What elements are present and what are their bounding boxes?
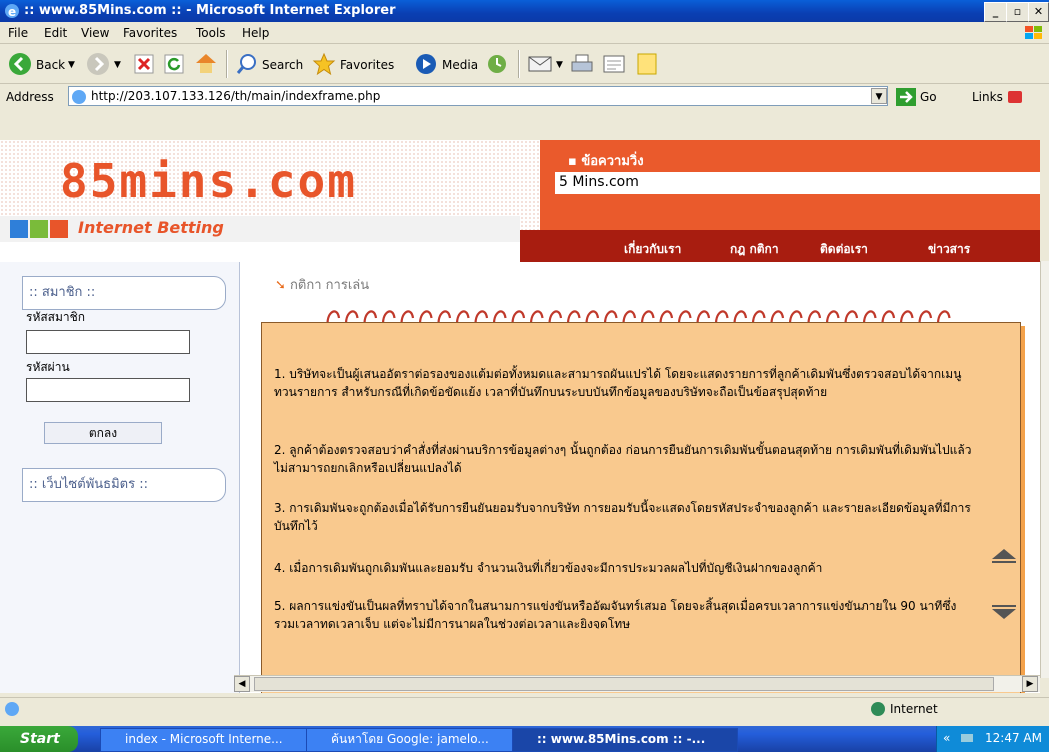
scroll-up-icon[interactable]: [990, 545, 1018, 565]
refresh-icon[interactable]: [164, 54, 184, 74]
page-heading: ➘ กติกา การเล่น: [275, 274, 369, 295]
go-button[interactable]: Go: [920, 90, 937, 104]
internet-zone-icon: [871, 702, 885, 716]
password-label: รหัสผ่าน: [26, 360, 70, 374]
minimize-button[interactable]: _: [984, 2, 1007, 22]
vertical-scrollbar[interactable]: [1040, 261, 1049, 678]
messenger-icon[interactable]: [636, 52, 658, 76]
nav-items: เกี่ยวกับเรา กฎ กติกา ติดต่อเรา ข่าวสาร: [580, 230, 1040, 262]
address-url: http://203.107.133.126/th/main/indexfram…: [91, 89, 381, 103]
task-google[interactable]: ค้นหาโดย Google: jamelo...: [306, 728, 532, 752]
menu-favorites[interactable]: Favorites: [123, 26, 177, 40]
scroll-down-icon[interactable]: [990, 603, 1018, 623]
nav-rules[interactable]: กฎ กติกา: [730, 240, 779, 259]
tray-expand-icon[interactable]: «: [943, 731, 950, 745]
favorites-button[interactable]: Favorites: [340, 58, 394, 72]
rule-item-5: 5. ผลการแข่งขันเป็นผลที่ทราบได้จากในสนาม…: [274, 599, 957, 629]
start-label: Start: [20, 731, 60, 747]
login-button[interactable]: ตกลง: [44, 422, 162, 444]
menu-edit[interactable]: Edit: [44, 26, 67, 40]
rule-item-1: 1. บริษัทจะเป็นผู้เสนออัตราต่อรองของแต้ม…: [274, 367, 962, 399]
back-button[interactable]: Back: [36, 58, 65, 72]
scroll-thumb[interactable]: [254, 677, 994, 691]
ticker-label: ▪ ข้อความวิ่ง: [568, 154, 644, 169]
search-button[interactable]: Search: [262, 58, 303, 72]
system-tray: « 12:47 AM: [936, 726, 1049, 752]
address-field[interactable]: http://203.107.133.126/th/main/indexfram…: [68, 86, 888, 106]
start-button[interactable]: Start: [0, 726, 78, 752]
go-arrow-icon[interactable]: [896, 88, 916, 106]
menu-tools[interactable]: Tools: [196, 26, 226, 40]
site-tagline: Internet Betting: [78, 218, 224, 237]
partner-heading: :: เว็บไซต์พันธมิตร ::: [22, 468, 226, 502]
history-icon[interactable]: [486, 53, 508, 75]
page-status-icon: [5, 702, 19, 716]
media-button[interactable]: Media: [442, 58, 478, 72]
rule-item-3: 3. การเดิมพันจะถูกต้องเมื่อได้รับการยืนย…: [274, 501, 971, 533]
web-page: 85mins.com Internet Betting ▪ ข้อความวิ่…: [0, 140, 1040, 693]
clock: 12:47 AM: [985, 731, 1042, 745]
site-logo[interactable]: 85mins.com: [60, 154, 357, 208]
member-heading: :: สมาชิก ::: [22, 276, 226, 310]
window-title: :: www.85Mins.com :: - Microsoft Interne…: [24, 3, 396, 18]
member-id-label: รหัสสมาชิก: [26, 310, 86, 324]
maximize-button[interactable]: ▫: [1006, 2, 1029, 22]
main-content: ➘ กติกา การเล่น 1. บริษัทจะเป็นผู้เสนออั…: [241, 262, 1031, 693]
favorites-star-icon[interactable]: [312, 52, 336, 76]
rule-item-4: 4. เมื่อการเดิมพันถูกเดิมพันและยอมรับ จำ…: [274, 561, 823, 575]
page-heading-text: กติกา การเล่น: [290, 278, 370, 293]
media-icon[interactable]: [414, 52, 438, 76]
mail-dropdown-icon[interactable]: ▼: [556, 60, 563, 70]
page-icon: [72, 90, 86, 104]
ticker-marquee: 5 Mins.com: [555, 172, 1040, 194]
close-button[interactable]: ✕: [1028, 2, 1049, 22]
menu-view[interactable]: View: [81, 26, 109, 40]
betting-icons: [10, 220, 68, 238]
arrow-icon: ➘: [275, 278, 286, 293]
menu-file[interactable]: File: [8, 26, 28, 40]
scroll-right-icon[interactable]: ▶: [1022, 676, 1038, 692]
back-arrow-icon[interactable]: [8, 52, 32, 76]
search-icon[interactable]: [236, 53, 258, 75]
toolbar-separator: [518, 50, 520, 78]
forward-dropdown-icon[interactable]: ▼: [114, 60, 121, 70]
windows-flag-icon: [1025, 26, 1042, 39]
member-id-input[interactable]: [26, 330, 190, 354]
zone-label: Internet: [890, 702, 938, 716]
menu-help[interactable]: Help: [242, 26, 269, 40]
address-label: Address: [6, 90, 54, 104]
nav-about[interactable]: เกี่ยวกับเรา: [624, 240, 681, 259]
home-icon[interactable]: [194, 52, 218, 74]
back-dropdown-icon[interactable]: ▼: [68, 60, 75, 70]
taskbar: Start index - Microsoft Interne... ค้นหา…: [0, 726, 1049, 752]
address-dropdown-icon[interactable]: ▼: [871, 88, 887, 104]
site-header: 85mins.com Internet Betting ▪ ข้อความวิ่…: [0, 140, 1040, 262]
links-icon[interactable]: [1006, 88, 1026, 106]
ie-icon: e: [5, 4, 19, 19]
mail-icon[interactable]: [528, 54, 552, 74]
title-bar: e :: www.85Mins.com :: - Microsoft Inter…: [0, 0, 1049, 22]
links-button[interactable]: Links: [972, 90, 1003, 104]
toolbar: Back ▼ ▼ Search Favorites Media ▼: [0, 44, 1049, 84]
task-index[interactable]: index - Microsoft Interne...: [100, 728, 326, 752]
forward-arrow-icon[interactable]: [86, 52, 110, 76]
password-input[interactable]: [26, 378, 190, 402]
svg-text:e: e: [8, 5, 16, 19]
scroll-left-icon[interactable]: ◀: [234, 676, 250, 692]
network-icon[interactable]: [959, 731, 975, 747]
nav-contact[interactable]: ติดต่อเรา: [820, 240, 868, 259]
nav-news[interactable]: ข่าวสาร: [928, 240, 970, 259]
rule-item-2: 2. ลูกค้าต้องตรวจสอบว่าคำสั่งที่ส่งผ่านบ…: [274, 443, 972, 475]
stop-icon[interactable]: [134, 54, 154, 74]
task-85mins[interactable]: :: www.85Mins.com :: -...: [512, 728, 738, 752]
print-icon[interactable]: [570, 53, 594, 75]
ticker-label-text: ข้อความวิ่ง: [581, 154, 644, 169]
rules-notepad: 1. บริษัทจะเป็นผู้เสนออัตราต่อรองของแต้ม…: [261, 322, 1021, 693]
toolbar-separator: [226, 50, 228, 78]
sidebar: :: สมาชิก :: รหัสสมาชิก รหัสผ่าน ตกลง ::…: [0, 262, 240, 693]
horizontal-scrollbar[interactable]: ◀ ▶: [234, 675, 1040, 692]
edit-icon[interactable]: [602, 53, 626, 75]
status-bar: Internet: [0, 697, 1049, 719]
menu-bar: File Edit View Favorites Tools Help: [0, 22, 1049, 44]
